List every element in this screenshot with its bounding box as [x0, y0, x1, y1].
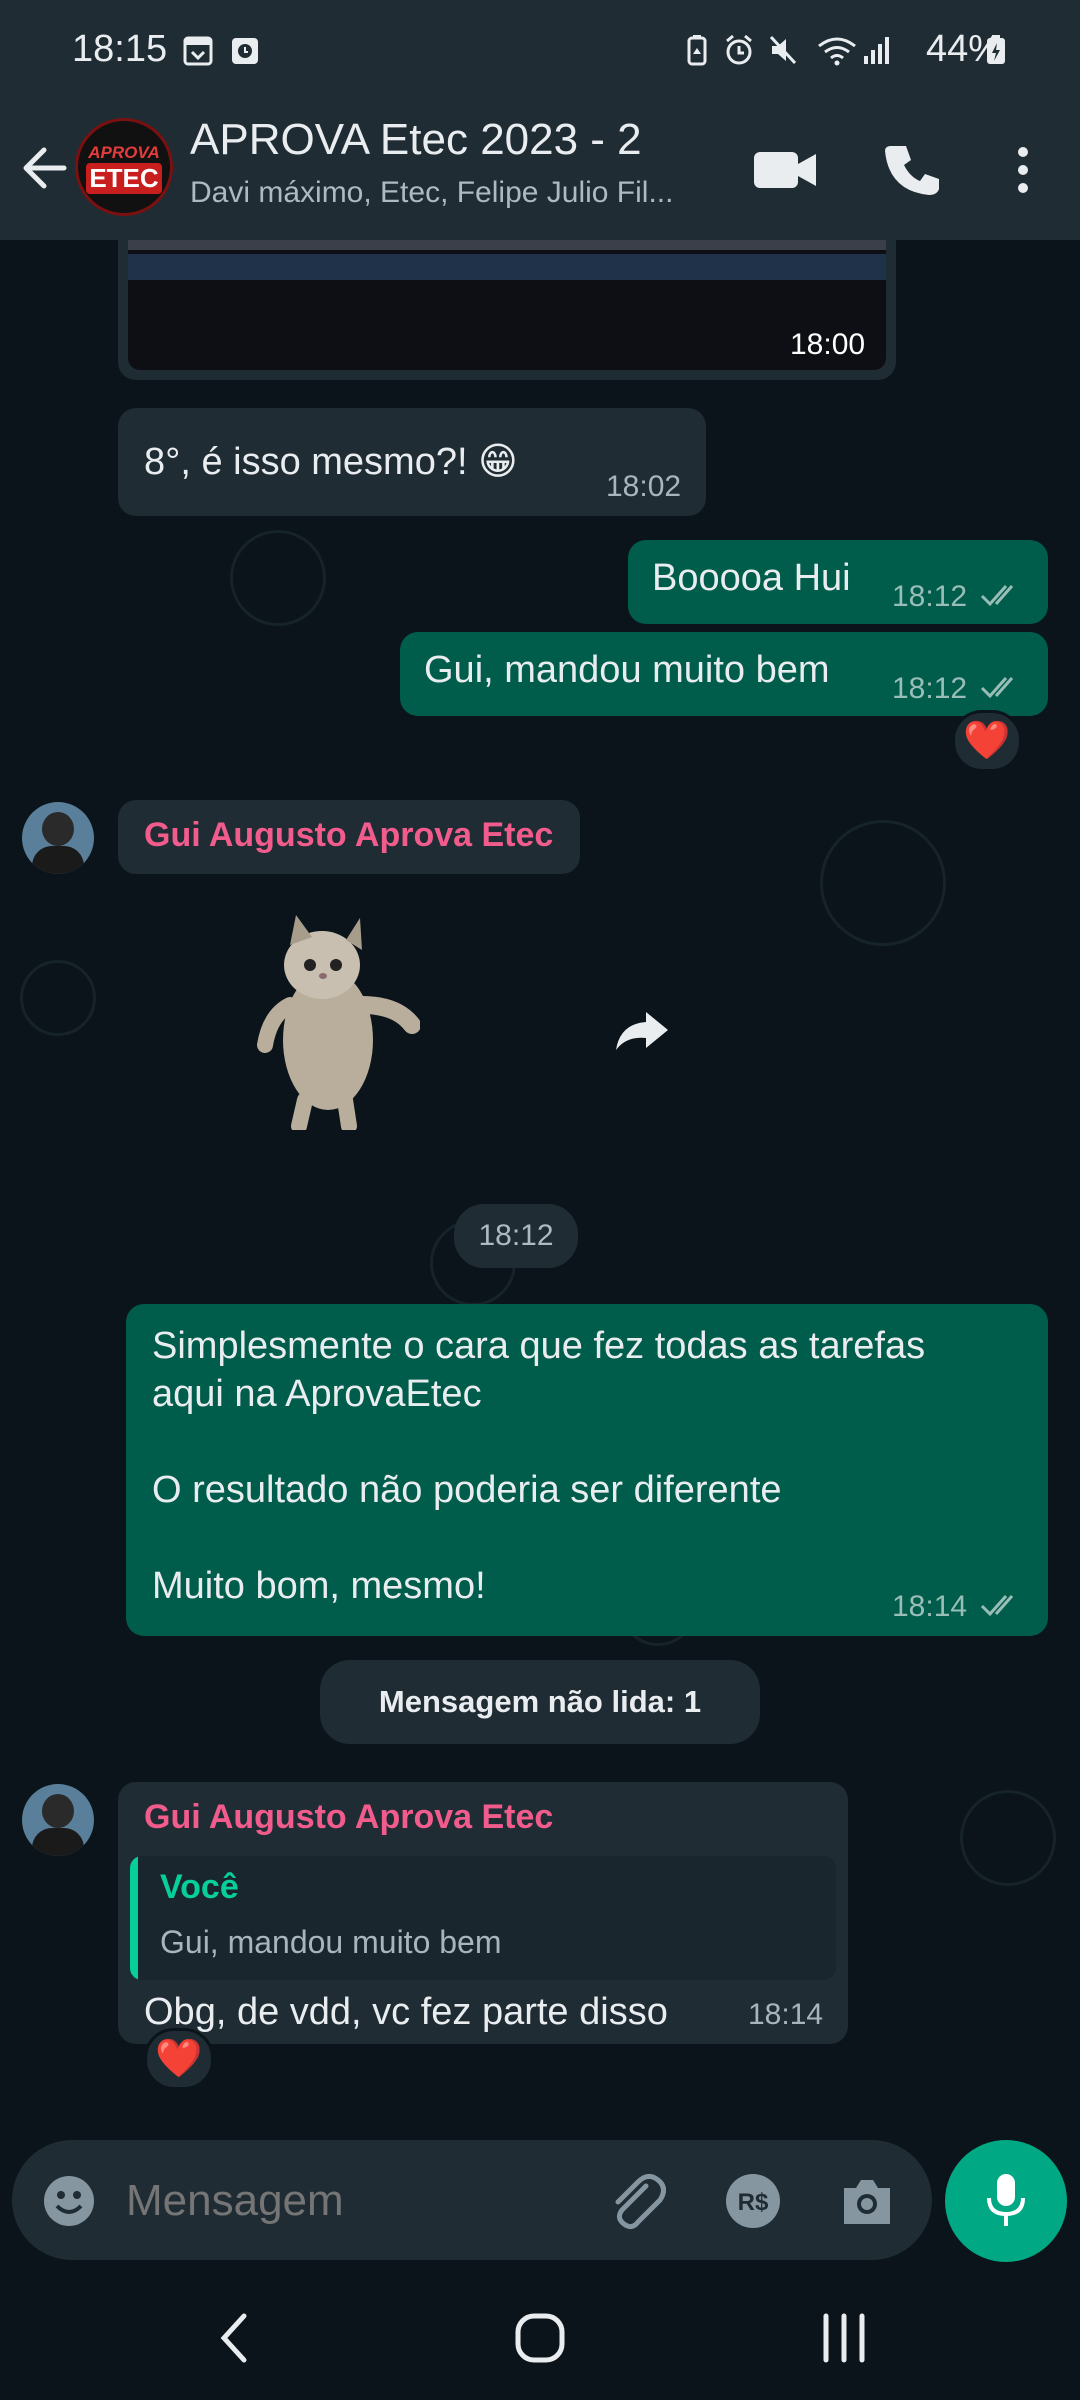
nav-home-icon[interactable]	[512, 2310, 568, 2366]
message-time: 18:14	[748, 1998, 824, 2031]
message-time: 18:14	[892, 1590, 968, 1623]
payment-icon[interactable]: R$	[724, 2172, 782, 2230]
wallpaper-doodle	[820, 820, 946, 946]
chat-header: APROVA ETEC APROVA Etec 2023 - 2 Davi má…	[0, 100, 1080, 240]
group-title[interactable]: APROVA Etec 2023 - 2	[190, 115, 642, 165]
mute-icon	[769, 35, 797, 65]
avatar-head	[42, 812, 74, 846]
chat-messages[interactable]: 18:00 8°, é isso mesmo?! 😁 18:02 Booooa …	[0, 240, 1080, 2140]
wallpaper-doodle	[960, 1790, 1056, 1886]
message-time: 18:12	[892, 580, 968, 613]
sticker-time-pill: 18:12	[454, 1204, 578, 1268]
quote-text: Gui, mandou muito bem	[160, 1924, 502, 1960]
quote-accent-bar	[130, 1856, 138, 1980]
more-vert-icon[interactable]	[1005, 140, 1041, 200]
read-ticks-icon	[980, 677, 1014, 699]
emoji-icon[interactable]	[42, 2174, 96, 2228]
sender-name-tag: Gui Augusto Aprova Etec	[118, 800, 580, 874]
message-text: Gui, mandou muito bem	[424, 649, 830, 691]
unread-label: Mensagem não lida: 1	[378, 1684, 702, 1719]
message-time: 18:02	[606, 470, 682, 503]
status-time: 18:15	[72, 28, 168, 70]
status-bar: 18:15 44%	[0, 0, 1080, 100]
read-ticks-icon	[980, 585, 1014, 607]
phone-icon[interactable]	[882, 140, 942, 200]
group-avatar[interactable]: APROVA ETEC	[75, 118, 173, 216]
wifi-icon	[818, 37, 856, 66]
message-input[interactable]	[124, 2164, 578, 2238]
outgoing-message[interactable]: Booooa Hui 18:12	[628, 540, 1048, 624]
signal-icon	[864, 37, 889, 64]
voice-message-button[interactable]	[945, 2140, 1067, 2262]
sender-avatar[interactable]	[22, 1784, 94, 1856]
alarm-clock-icon	[726, 34, 752, 65]
avatar-text-top: APROVA	[88, 143, 160, 162]
incoming-reply-message[interactable]: Gui Augusto Aprova Etec Você Gui, mandou…	[118, 1782, 848, 2044]
incoming-message[interactable]: 8°, é isso mesmo?! 😁 18:02	[118, 408, 706, 516]
unread-messages-divider: Mensagem não lida: 1	[320, 1660, 760, 1744]
system-navigation-bar	[0, 2270, 1080, 2400]
message-time: 18:12	[892, 672, 968, 705]
avatar-head	[42, 1794, 74, 1828]
share-icon[interactable]	[612, 1008, 672, 1054]
battery-charging-icon	[987, 35, 1005, 64]
sender-name[interactable]: Gui Augusto Aprova Etec	[144, 816, 553, 855]
message-text: Obg, de vdd, vc fez parte disso	[144, 1991, 668, 2033]
avatar-text-bottom: ETEC	[86, 163, 162, 194]
photo-taskbar	[128, 254, 886, 280]
sender-avatar[interactable]	[22, 802, 94, 874]
video-call-icon[interactable]	[752, 140, 818, 200]
battery-saver-icon	[687, 35, 707, 66]
sticker-cat-image[interactable]	[250, 910, 420, 1130]
attach-icon[interactable]	[606, 2172, 666, 2232]
read-ticks-icon	[980, 1595, 1014, 1617]
composer: R$	[0, 2140, 1080, 2270]
back-arrow-icon[interactable]	[20, 138, 70, 198]
alarm-app-notification-icon	[232, 38, 258, 64]
image-time: 18:00	[790, 328, 866, 361]
message-input-bar[interactable]: R$	[12, 2140, 932, 2260]
quoted-message[interactable]: Você Gui, mandou muito bem	[130, 1856, 836, 1980]
sender-name[interactable]: Gui Augusto Aprova Etec	[144, 1798, 553, 1837]
sticker-time: 18:12	[478, 1219, 554, 1252]
outgoing-message[interactable]: Simplesmente o cara que fez todas as tar…	[126, 1304, 1048, 1636]
camera-icon[interactable]	[838, 2174, 896, 2228]
outgoing-message[interactable]: Gui, mandou muito bem 18:12	[400, 632, 1048, 716]
nav-back-icon[interactable]	[214, 2310, 254, 2366]
message-text: Simplesmente o cara que fez todas as tar…	[152, 1325, 926, 1607]
reaction-heart[interactable]: ❤️	[144, 2028, 214, 2090]
message-text: 8°, é isso mesmo?! 😁	[144, 441, 518, 483]
photo-thumbnail[interactable]	[128, 240, 886, 370]
message-text: Booooa Hui	[652, 557, 851, 599]
wallpaper-doodle	[20, 960, 96, 1036]
nav-recents-icon[interactable]	[818, 2310, 870, 2366]
svg-text:R$: R$	[738, 2189, 769, 2216]
calendar-notification-icon	[183, 36, 213, 66]
mic-icon	[987, 2174, 1025, 2226]
avatar-body	[32, 1828, 84, 1856]
reaction-heart[interactable]: ❤️	[952, 710, 1022, 772]
avatar-body	[32, 846, 84, 874]
quote-author: Você	[160, 1868, 239, 1906]
photo-spreadsheet-row	[128, 240, 886, 250]
group-participants[interactable]: Davi máximo, Etec, Felipe Julio Fil...	[190, 176, 673, 210]
